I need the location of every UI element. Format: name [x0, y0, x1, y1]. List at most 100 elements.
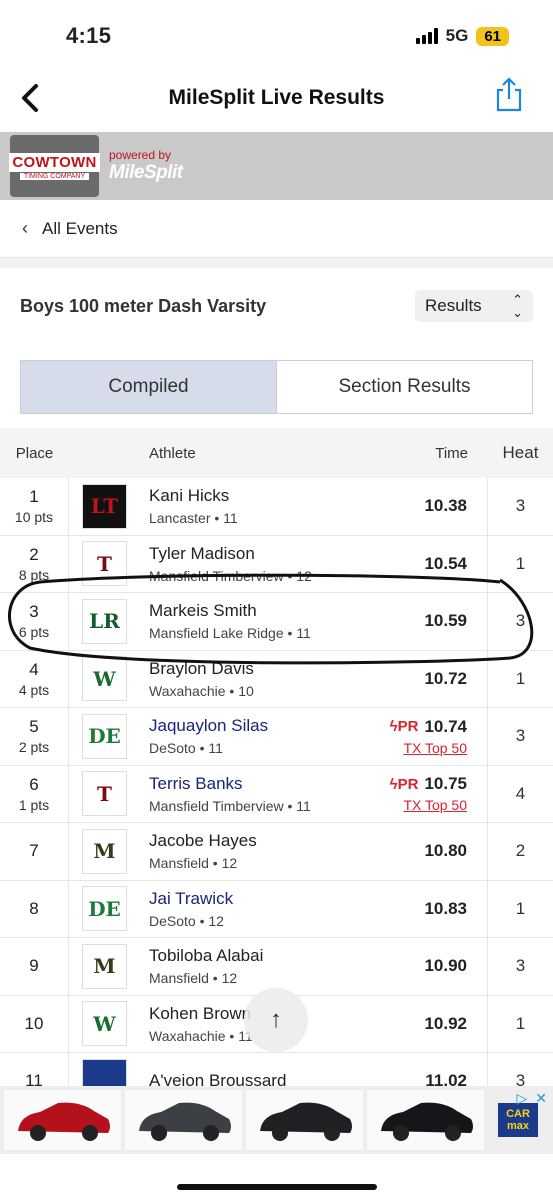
- tx-top-link[interactable]: TX Top 50: [403, 740, 467, 756]
- carmax-logo[interactable]: CAR max: [498, 1103, 538, 1137]
- heat-cell: 3: [515, 496, 526, 516]
- battery-icon: 61: [476, 26, 509, 46]
- scroll-to-top-button[interactable]: ↑: [244, 988, 308, 1052]
- athlete-name[interactable]: Braylon Davis: [149, 659, 358, 679]
- ad-choices-icon[interactable]: ▷: [516, 1090, 527, 1107]
- heat-cell: 3: [515, 956, 526, 976]
- close-icon[interactable]: ✕: [535, 1090, 547, 1107]
- athlete-name[interactable]: Jai Trawick: [149, 889, 358, 909]
- chevron-updown-icon: ⌃ ⌄: [512, 292, 523, 320]
- athlete-cell: Jai Trawick DeSoto • 12: [149, 881, 358, 938]
- time-cell: ϟPR 10.75 TX Top 50: [358, 765, 488, 822]
- time-cell: 10.59: [358, 593, 488, 650]
- share-icon[interactable]: [493, 76, 525, 114]
- status-bar: 4:15 5G 61: [0, 0, 553, 72]
- ad-car-image[interactable]: [246, 1090, 363, 1150]
- team-logo-text: DE: [88, 724, 121, 749]
- table-row[interactable]: 7 M Jacobe Hayes Mansfield • 12 10.80 2: [0, 823, 553, 881]
- time-cell: 10.38: [358, 478, 488, 535]
- team-logo-icon[interactable]: LR: [82, 598, 127, 644]
- ad-car-image[interactable]: [125, 1090, 242, 1150]
- team-logo-icon[interactable]: W: [82, 656, 127, 702]
- team-logo-text: DE: [88, 896, 121, 921]
- athlete-cell: Jaquaylon Silas DeSoto • 11: [149, 708, 358, 765]
- athlete-cell: Kani Hicks Lancaster • 11: [149, 478, 358, 535]
- time-line: ϟPR 10.75: [390, 774, 467, 794]
- athlete-team: Mansfield Lake Ridge • 11: [149, 625, 311, 642]
- status-time: 4:15: [66, 23, 112, 48]
- table-row[interactable]: 2 8 pts T Tyler Madison Mansfield Timberview…: [0, 535, 553, 593]
- team-logo-icon[interactable]: M: [82, 828, 127, 874]
- ad-banner[interactable]: CAR max ▷ ✕: [0, 1086, 553, 1154]
- cowtown-logo-text: COWTOWN: [9, 152, 100, 172]
- ad-car-image[interactable]: [4, 1090, 121, 1150]
- heat-cell: 1: [515, 553, 526, 573]
- place-points: 1 pts: [18, 796, 50, 813]
- place-number: 10: [24, 1013, 44, 1033]
- place-cell: 6 1 pts: [0, 765, 69, 822]
- team-logo-icon[interactable]: DE: [82, 713, 127, 759]
- team-logo-icon[interactable]: W: [82, 1001, 127, 1047]
- time-line: 10.72: [424, 669, 467, 689]
- team-logo-text: LR: [89, 609, 120, 634]
- athlete-name[interactable]: Kani Hicks: [149, 486, 358, 506]
- athlete-team: DeSoto • 12: [149, 912, 224, 929]
- team-logo-icon[interactable]: M: [82, 943, 127, 989]
- place-cell: 5 2 pts: [0, 708, 69, 765]
- athlete-name[interactable]: Jaquaylon Silas: [149, 716, 358, 736]
- cowtown-logo-subtext: TIMING COMPANY: [19, 172, 90, 180]
- place-cell: 2 8 pts: [0, 535, 69, 592]
- place-number: 3: [29, 602, 39, 622]
- powered-by-label: powered by: [109, 148, 172, 162]
- team-logo-icon[interactable]: LT: [82, 483, 127, 529]
- pr-label: PR: [397, 718, 419, 736]
- table-row[interactable]: 9 M Tobiloba Alabai Mansfield • 12 10.90 3: [0, 938, 553, 996]
- time-cell: 10.54: [358, 535, 488, 592]
- heat-cell: 3: [515, 611, 526, 631]
- network-label: 5G: [445, 26, 469, 45]
- athlete-name[interactable]: Tyler Madison: [149, 544, 358, 564]
- athlete-cell: Tobiloba Alabai Mansfield • 12: [149, 938, 358, 995]
- place-points: 8 pts: [18, 566, 50, 583]
- team-logo-icon[interactable]: T: [82, 541, 127, 587]
- all-events-link[interactable]: ‹ All Events: [0, 200, 553, 258]
- heat-cell: 1: [515, 898, 526, 918]
- tx-top-link[interactable]: TX Top 50: [403, 797, 467, 813]
- athlete-name[interactable]: Tobiloba Alabai: [149, 946, 358, 966]
- page-title: MileSplit Live Results: [168, 86, 385, 109]
- table-row[interactable]: 5 2 pts DE Jaquaylon Silas DeSoto • 11 ϟPR 10.…: [0, 708, 553, 766]
- place-cell: 7: [0, 823, 69, 880]
- team-logo-text: T: [97, 781, 112, 806]
- time-line: 10.59: [424, 611, 467, 631]
- team-logo-text: LT: [90, 494, 119, 519]
- table-row[interactable]: 8 DE Jai Trawick DeSoto • 12 10.83 1: [0, 880, 553, 938]
- time-cell: ϟPR 10.74 TX Top 50: [358, 708, 488, 765]
- table-row[interactable]: 6 1 pts T Terris Banks Mansfield Timberview …: [0, 765, 553, 823]
- time-cell: 10.90: [358, 938, 488, 995]
- place-cell: 10: [0, 995, 69, 1052]
- event-header: Boys 100 meter Dash Varsity Results ⌃ ⌄: [0, 268, 553, 344]
- athlete-cell: Terris Banks Mansfield Timberview • 11: [149, 766, 358, 823]
- logo-cell: LT: [69, 478, 149, 535]
- ad-car-image[interactable]: [367, 1090, 484, 1150]
- time-line: 10.80: [424, 841, 467, 861]
- tab-section-results[interactable]: Section Results: [276, 361, 532, 413]
- table-row[interactable]: 1 10 pts LT Kani Hicks Lancaster • 11 10.38 3: [0, 478, 553, 536]
- place-cell: 8: [0, 880, 69, 937]
- team-logo-icon[interactable]: T: [82, 771, 127, 817]
- heat-cell: 3: [515, 726, 526, 746]
- place-number: 9: [29, 956, 39, 976]
- tab-compiled[interactable]: Compiled: [21, 361, 276, 413]
- view-select[interactable]: Results ⌃ ⌄: [415, 290, 533, 322]
- athlete-name[interactable]: Markeis Smith: [149, 601, 358, 621]
- logo-cell: W: [69, 651, 149, 708]
- table-row[interactable]: 4 4 pts W Braylon Davis Waxahachie • 10 10.72…: [0, 650, 553, 708]
- back-arrow-icon[interactable]: [14, 78, 50, 118]
- time-line: 10.92: [424, 1014, 467, 1034]
- time-value: 10.92: [424, 1013, 467, 1033]
- place-number: 8: [29, 898, 39, 918]
- athlete-name[interactable]: Jacobe Hayes: [149, 831, 358, 851]
- team-logo-icon[interactable]: DE: [82, 886, 127, 932]
- table-row[interactable]: 3 6 pts LR Markeis Smith Mansfield Lake Ridg…: [0, 593, 553, 651]
- athlete-name[interactable]: Terris Banks: [149, 774, 358, 794]
